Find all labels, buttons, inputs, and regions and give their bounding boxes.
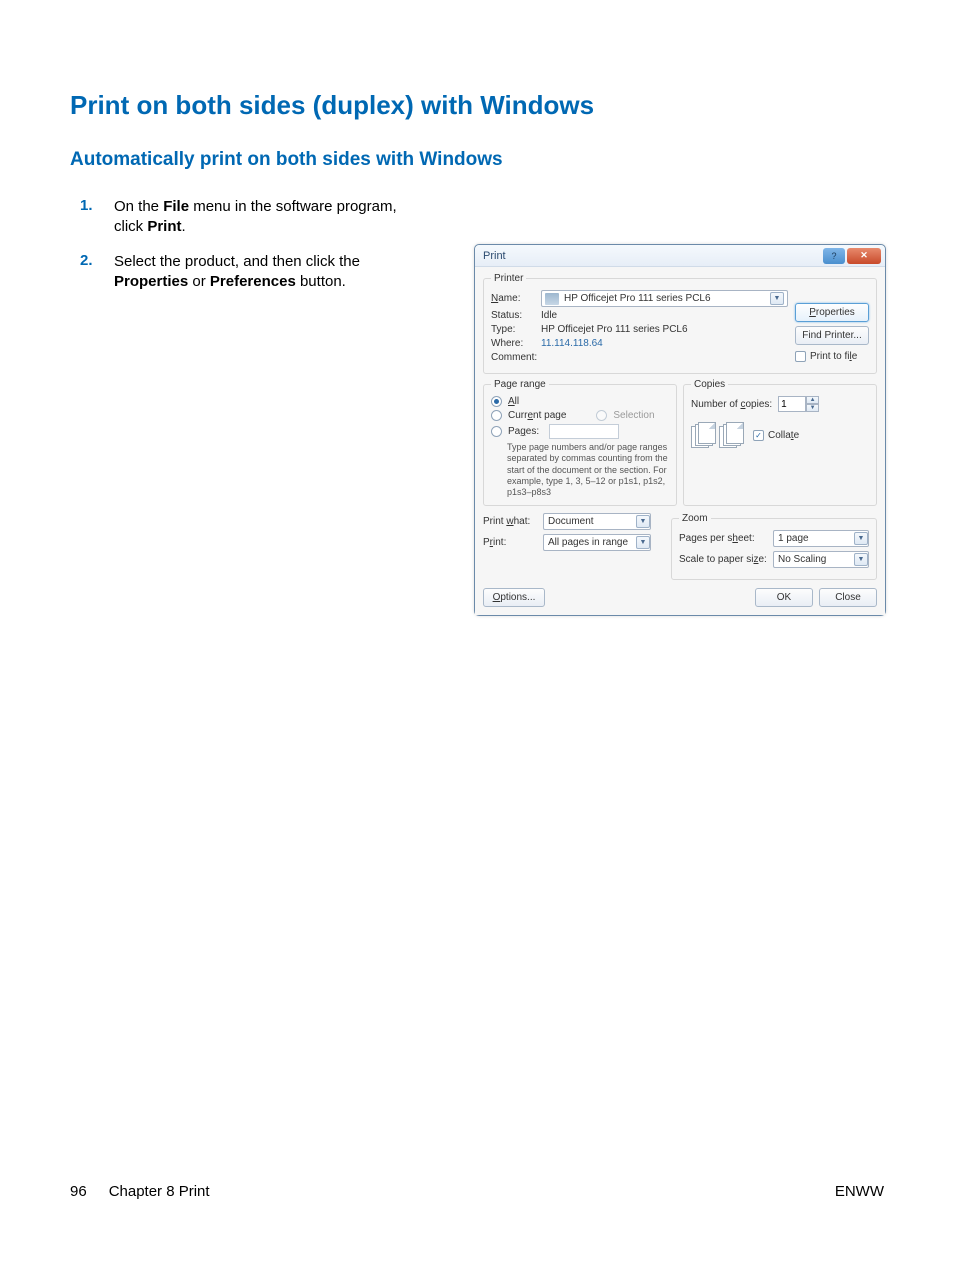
chevron-down-icon: ▼ bbox=[854, 532, 868, 545]
type-value: HP Officejet Pro 111 series PCL6 bbox=[541, 324, 688, 335]
printer-group: Printer Name: HP Officejet Pro 111 serie… bbox=[483, 273, 877, 374]
find-printer-button[interactable]: Find Printer... bbox=[795, 326, 869, 345]
step-body: Select the product, and then click the P… bbox=[114, 252, 424, 293]
radio-pages[interactable] bbox=[491, 426, 502, 437]
radio-pages-label: Pages: bbox=[508, 426, 539, 437]
pages-input[interactable] bbox=[549, 424, 619, 439]
close-button[interactable]: Close bbox=[819, 588, 877, 607]
radio-current-label: Current page bbox=[508, 410, 566, 421]
printer-icon bbox=[545, 293, 559, 305]
page-range-group: Page range All Current page Selection Pa… bbox=[483, 379, 677, 506]
ok-button[interactable]: OK bbox=[755, 588, 813, 607]
print-what-select[interactable]: Document▼ bbox=[543, 513, 651, 530]
collate-illustration bbox=[691, 422, 743, 448]
page-subtitle: Automatically print on both sides with W… bbox=[70, 149, 884, 171]
printer-name-select[interactable]: HP Officejet Pro 111 series PCL6 ▼ bbox=[541, 290, 788, 307]
scale-select[interactable]: No Scaling▼ bbox=[773, 551, 869, 568]
options-button[interactable]: Options... bbox=[483, 588, 545, 607]
zoom-group: Zoom Pages per sheet: 1 page▼ Scale to pa… bbox=[671, 513, 877, 580]
brand-label: ENWW bbox=[835, 1183, 884, 1200]
pages-per-sheet-select[interactable]: 1 page▼ bbox=[773, 530, 869, 547]
chevron-down-icon: ▼ bbox=[636, 536, 650, 549]
radio-all-label: All bbox=[508, 396, 519, 407]
close-icon[interactable]: ✕ bbox=[847, 248, 881, 264]
scale-label: Scale to paper size: bbox=[679, 554, 769, 565]
chevron-down-icon: ▼ bbox=[854, 553, 868, 566]
print-label: Print: bbox=[483, 537, 539, 548]
copies-spinner[interactable]: ▲▼ bbox=[778, 396, 819, 412]
help-button[interactable]: ? bbox=[823, 248, 845, 264]
page-footer: 96 Chapter 8 Print ENWW bbox=[70, 1183, 884, 1200]
print-dialog-screenshot: Print ? ✕ Printer Name: HP Officejet Pro… bbox=[474, 244, 886, 616]
copies-input[interactable] bbox=[778, 396, 806, 412]
collate-checkbox[interactable]: ✓Collate bbox=[753, 430, 799, 441]
status-value: Idle bbox=[541, 310, 557, 321]
group-legend: Zoom bbox=[679, 513, 711, 524]
copies-group: Copies Number of copies: ▲▼ bbox=[683, 379, 877, 506]
radio-selection-label: Selection bbox=[613, 410, 654, 421]
where-value: 11.114.118.64 bbox=[541, 338, 603, 349]
copies-label: Number of copies: bbox=[691, 399, 772, 410]
pages-hint: Type page numbers and/or page ranges sep… bbox=[507, 442, 669, 498]
chevron-down-icon: ▼ bbox=[636, 515, 650, 528]
chevron-down-icon: ▼ bbox=[770, 292, 784, 305]
spin-down-icon[interactable]: ▼ bbox=[806, 404, 819, 412]
chapter-label: Chapter 8 Print bbox=[109, 1183, 210, 1200]
print-what-label: Print what: bbox=[483, 516, 539, 527]
comment-label: Comment: bbox=[491, 352, 537, 363]
pages-per-sheet-label: Pages per sheet: bbox=[679, 533, 769, 544]
name-label: Name: bbox=[491, 293, 537, 304]
radio-all[interactable] bbox=[491, 396, 502, 407]
radio-current[interactable] bbox=[491, 410, 502, 421]
step-number: 1. bbox=[80, 197, 114, 238]
group-legend: Copies bbox=[691, 379, 728, 390]
where-label: Where: bbox=[491, 338, 537, 349]
step-number: 2. bbox=[80, 252, 114, 293]
radio-selection[interactable] bbox=[596, 410, 607, 421]
group-legend: Page range bbox=[491, 379, 549, 390]
group-legend: Printer bbox=[491, 273, 526, 284]
step-body: On the File menu in the software program… bbox=[114, 197, 424, 238]
type-label: Type: bbox=[491, 324, 537, 335]
print-select[interactable]: All pages in range▼ bbox=[543, 534, 651, 551]
page-number: 96 bbox=[70, 1183, 87, 1200]
status-label: Status: bbox=[491, 310, 537, 321]
dialog-title: Print bbox=[483, 250, 506, 262]
spin-up-icon[interactable]: ▲ bbox=[806, 396, 819, 404]
properties-button[interactable]: Properties bbox=[795, 303, 869, 322]
dialog-titlebar: Print ? ✕ bbox=[475, 245, 885, 267]
print-to-file-checkbox[interactable]: Print to file bbox=[795, 351, 869, 362]
page-title: Print on both sides (duplex) with Window… bbox=[70, 90, 884, 121]
